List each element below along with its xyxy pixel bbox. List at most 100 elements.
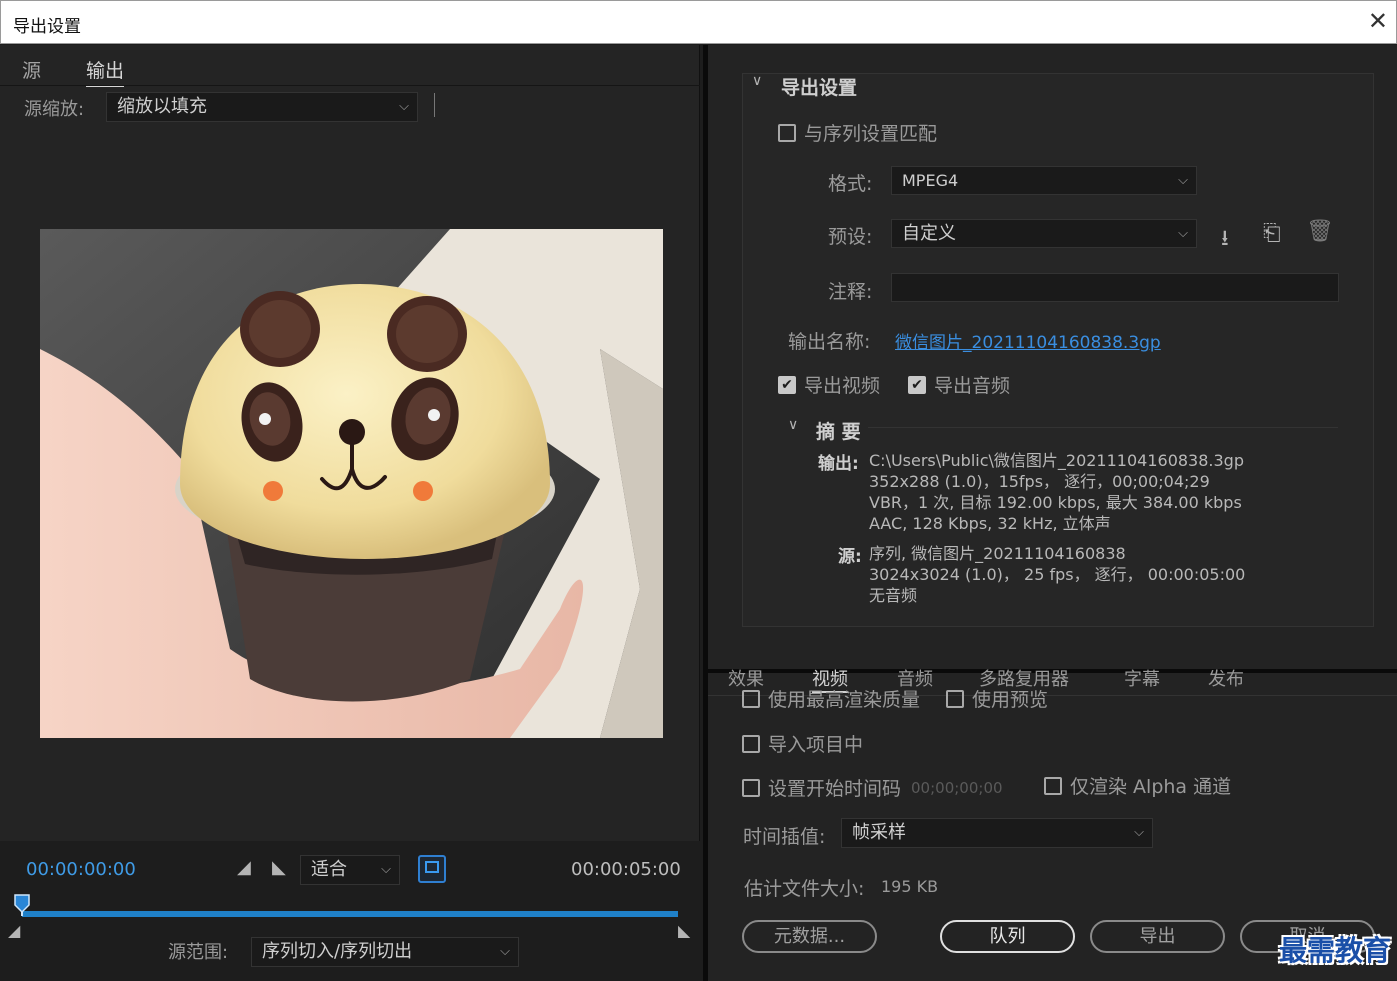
match-sequence-label: 与序列设置匹配 <box>804 123 938 145</box>
summary-source-line: 无音频 <box>869 586 918 605</box>
summary-output-line: C:\Users\Public\微信图片_20211104160838.3gp <box>869 451 1244 470</box>
export-video-checkbox[interactable]: ✔ 导出视频 <box>778 371 880 398</box>
summary-output-line: VBR，1 次, 目标 192.00 kbps, 最大 384.00 kbps <box>869 493 1242 512</box>
checkbox-icon <box>778 123 796 142</box>
checkbox-icon <box>742 689 760 708</box>
tab-publish[interactable]: 发布 <box>1208 665 1244 691</box>
source-scale-label: 源缩放: <box>24 99 85 120</box>
import-project-label: 导入项目中 <box>768 734 864 756</box>
chevron-down-icon: ⌵ <box>399 99 409 114</box>
checkmark-icon: ✔ <box>778 375 796 394</box>
preview-image <box>40 229 663 738</box>
start-timecode-value[interactable]: 00;00;00;00 <box>911 779 1003 797</box>
close-icon[interactable]: ✕ <box>1368 7 1388 35</box>
format-label: 格式: <box>828 173 873 195</box>
preset-select[interactable]: 自定义 ⌵ <box>891 219 1197 248</box>
output-name-label: 输出名称: <box>788 331 871 353</box>
filesize-value: 195 KB <box>881 877 939 896</box>
left-panel: 源 输出 源缩放: 缩放以填充 ⌵ 00:00:00:00 ◢ ◣ 适合 ⌵ 0… <box>0 45 703 981</box>
summary-source-label: 源: <box>838 547 862 567</box>
summary-output-line: AAC, 128 Kbps, 32 kHz, 立体声 <box>869 514 1111 533</box>
source-scale-select[interactable]: 缩放以填充 ⌵ <box>106 92 418 122</box>
checkmark-icon: ✔ <box>908 375 926 394</box>
fit-select[interactable]: 适合 ⌵ <box>300 855 400 885</box>
text-cursor <box>434 93 435 117</box>
time-interp-select[interactable]: 帧采样 ⌵ <box>841 818 1153 848</box>
render-alpha-checkbox[interactable]: 仅渲染 Alpha 通道 <box>1044 772 1231 799</box>
playhead-handle[interactable] <box>14 894 30 916</box>
chevron-down-icon: ⌵ <box>1178 226 1188 241</box>
in-point-marker-icon[interactable]: ◢ <box>8 921 20 940</box>
summary-output-line: 352x288 (1.0)，15fps， 逐行，00;00;04;29 <box>869 472 1210 491</box>
chevron-down-icon[interactable]: ∨ <box>788 417 798 433</box>
window-title: 导出设置 <box>13 17 81 37</box>
import-preset-icon[interactable]: ⎗ <box>1263 221 1281 246</box>
mark-out-icon[interactable]: ◣ <box>272 857 286 878</box>
source-range-select[interactable]: 序列切入/序列切出 ⌵ <box>251 937 519 967</box>
timeline-controls: 00:00:00:00 ◢ ◣ 适合 ⌵ 00:00:05:00 ◢ ◣ 源范围… <box>0 841 700 981</box>
time-interp-value: 帧采样 <box>852 822 906 843</box>
start-timecode-checkbox[interactable]: 设置开始时间码 00;00;00;00 <box>742 774 1003 801</box>
render-alpha-label: 仅渲染 Alpha 通道 <box>1070 776 1232 798</box>
tab-divider <box>0 85 700 86</box>
save-preset-icon[interactable]: ⭳ <box>1221 221 1229 259</box>
cupcake-photo <box>40 229 663 738</box>
start-timecode-label: 设置开始时间码 <box>768 778 902 800</box>
preview-area: 源 输出 源缩放: 缩放以填充 ⌵ <box>0 45 700 841</box>
chevron-down-icon[interactable]: ∨ <box>752 73 762 89</box>
out-point-marker-icon[interactable]: ◣ <box>678 921 690 940</box>
delete-preset-icon[interactable]: 🗑 <box>1306 219 1334 244</box>
comment-input[interactable] <box>891 273 1339 302</box>
export-settings-heading: 导出设置 <box>781 77 858 99</box>
use-preview-label: 使用预览 <box>972 689 1049 711</box>
timecode-duration: 00:00:05:00 <box>571 859 681 880</box>
summary-output-label: 输出: <box>818 454 859 474</box>
tab-output[interactable]: 输出 <box>86 56 125 87</box>
format-select[interactable]: MPEG4 ⌵ <box>891 166 1197 195</box>
chevron-down-icon: ⌵ <box>500 944 510 959</box>
title-bar: 导出设置 ✕ <box>0 0 1397 44</box>
filesize-label: 估计文件大小: <box>744 878 865 900</box>
mark-in-icon[interactable]: ◢ <box>237 857 251 878</box>
use-preview-checkbox[interactable]: 使用预览 <box>946 685 1048 712</box>
aspect-icon <box>425 861 439 873</box>
summary-source-line: 3024x3024 (1.0)， 25 fps， 逐行， 00:00:05:00 <box>869 565 1246 584</box>
watermark-logo: 最需教育 <box>1278 934 1391 967</box>
chevron-down-icon: ⌵ <box>381 862 391 877</box>
tab-source[interactable]: 源 <box>22 56 41 83</box>
max-render-label: 使用最高渲染质量 <box>768 689 921 711</box>
summary-divider <box>868 427 1338 428</box>
comment-label: 注释: <box>828 281 873 303</box>
import-project-checkbox[interactable]: 导入项目中 <box>742 730 863 757</box>
chevron-down-icon: ⌵ <box>1134 825 1144 840</box>
timecode-current[interactable]: 00:00:00:00 <box>26 859 136 880</box>
right-panel: ∨ 导出设置 与序列设置匹配 格式: MPEG4 ⌵ 预设: 自定义 ⌵ ⭳ ⎗… <box>708 45 1397 981</box>
checkbox-icon <box>742 778 760 797</box>
time-interp-label: 时间插值: <box>743 826 826 848</box>
tab-captions[interactable]: 字幕 <box>1124 665 1160 691</box>
output-name-link[interactable]: 微信图片_20211104160838.3gp <box>895 328 1161 353</box>
summary-heading: 摘 要 <box>816 421 861 443</box>
export-video-label: 导出视频 <box>804 375 881 397</box>
format-value: MPEG4 <box>902 171 959 190</box>
source-scale-value: 缩放以填充 <box>117 96 207 117</box>
chevron-down-icon: ⌵ <box>1178 173 1188 188</box>
timeline-track[interactable] <box>22 911 678 917</box>
fit-value: 适合 <box>311 859 347 880</box>
export-button[interactable]: 导出 <box>1090 920 1225 953</box>
checkbox-icon <box>742 734 760 753</box>
metadata-button[interactable]: 元数据... <box>742 920 877 953</box>
export-audio-checkbox[interactable]: ✔ 导出音频 <box>908 371 1010 398</box>
source-range-value: 序列切入/序列切出 <box>262 941 413 962</box>
source-range-label: 源范围: <box>168 942 229 963</box>
summary-source-line: 序列, 微信图片_20211104160838 <box>869 544 1126 563</box>
queue-button[interactable]: 队列 <box>940 920 1075 953</box>
preset-label: 预设: <box>828 226 873 248</box>
max-render-checkbox[interactable]: 使用最高渲染质量 <box>742 685 920 712</box>
preset-value: 自定义 <box>902 223 956 244</box>
aspect-toggle-button[interactable] <box>418 855 446 883</box>
checkbox-icon <box>946 689 964 708</box>
export-audio-label: 导出音频 <box>934 375 1011 397</box>
checkbox-icon <box>1044 776 1062 795</box>
match-sequence-checkbox[interactable]: 与序列设置匹配 <box>778 119 937 146</box>
